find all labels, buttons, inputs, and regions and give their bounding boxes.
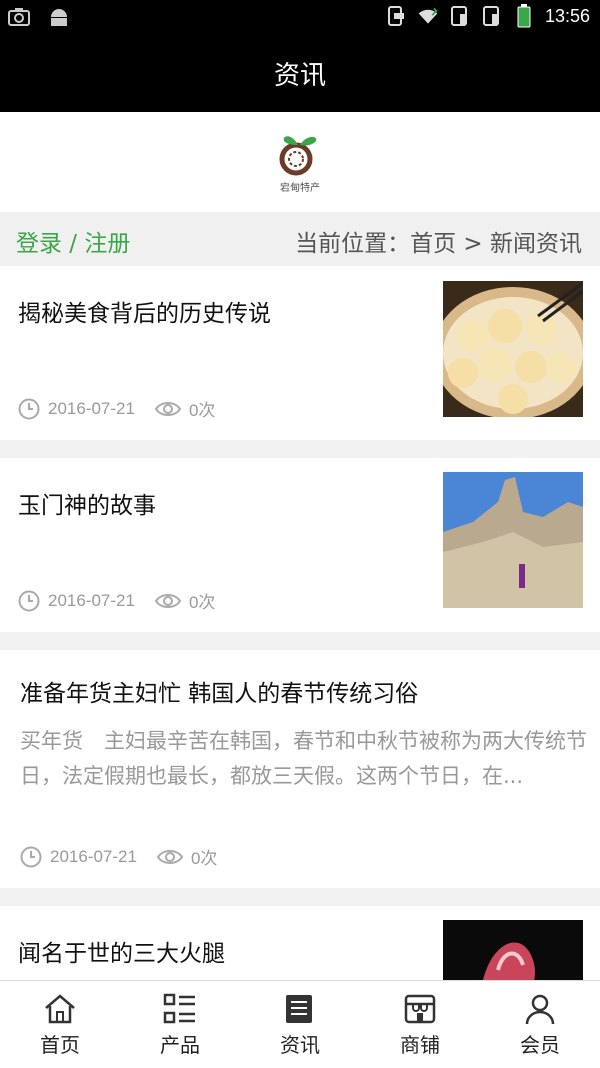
article-title[interactable]: 揭秘美食背后的历史传说 — [18, 294, 271, 328]
article-date: 2016-07-21 — [48, 590, 135, 610]
ham-photo[interactable] — [443, 920, 583, 980]
tab-label: 商铺 — [400, 1033, 440, 1057]
list-icon — [163, 993, 195, 1024]
phone-vibrate-icon — [385, 5, 407, 27]
tab-label: 会员 — [520, 1033, 560, 1057]
tab-label: 资讯 — [280, 1033, 320, 1057]
dumplings-photo[interactable] — [443, 281, 583, 417]
article-summary: 买年货 主妇最辛苦在韩国，春节和中秋节被称为两大传统节日，法定假期也最长，都放三… — [20, 729, 587, 788]
article-views: 0次 — [188, 593, 216, 612]
article-meta: 2016-07-21 0次 — [18, 588, 215, 613]
breadcrumb-bar: 登录 / 注册 当前位置：首页 > 新闻资讯 — [0, 212, 600, 266]
mountain-photo[interactable] — [443, 472, 583, 608]
tab-products[interactable]: 产品 — [120, 981, 240, 1068]
eye-icon — [154, 593, 181, 608]
clock-icon — [18, 590, 40, 611]
breadcrumb[interactable]: 当前位置：首页 > 新闻资讯 — [295, 224, 582, 258]
article-views: 0次 — [188, 401, 216, 420]
tab-member[interactable]: 会员 — [480, 981, 600, 1068]
shop-icon — [404, 994, 436, 1024]
article-meta: 2016-07-21 0次 — [20, 844, 217, 869]
page-title-bar: 资讯 — [0, 34, 600, 112]
tab-news[interactable]: 资讯 — [240, 981, 360, 1068]
article-card[interactable]: 闻名于世的三大火腿 — [0, 906, 600, 980]
status-bar: 13:56 — [0, 0, 600, 34]
article-meta: 2016-07-21 0次 — [18, 396, 215, 421]
eye-icon — [154, 401, 181, 416]
logo-area: 宕甸特产 — [0, 112, 600, 212]
article-views: 0次 — [190, 849, 218, 868]
tab-label: 首页 — [40, 1033, 80, 1057]
page-title: 资讯 — [273, 60, 326, 91]
login-register-link[interactable]: 登录 / 注册 — [16, 224, 130, 258]
logo-emblem-icon — [279, 135, 317, 175]
article-title[interactable]: 玉门神的故事 — [18, 486, 156, 520]
logo-text: 宕甸特产 — [280, 182, 320, 194]
sim2-icon — [481, 5, 503, 27]
eye-icon — [156, 849, 183, 864]
android-icon — [48, 6, 70, 28]
battery-icon — [513, 4, 535, 28]
bottom-tab-bar: 首页 产品 资讯 商铺 会员 — [0, 980, 600, 1068]
article-card[interactable]: 玉门神的故事 2016-07-21 0次 — [0, 458, 600, 632]
brand-logo[interactable]: 宕甸特产 — [272, 131, 328, 194]
screenshot-icon — [8, 6, 30, 28]
sim1-icon — [449, 5, 471, 27]
article-date: 2016-07-21 — [48, 398, 135, 418]
tab-label: 产品 — [160, 1033, 200, 1057]
article-card[interactable]: 准备年货主妇忙 韩国人的春节传统习俗 买年货 主妇最辛苦在韩国，春节和中秋节被称… — [0, 650, 600, 888]
clock: 13:56 — [544, 5, 590, 26]
tab-shops[interactable]: 商铺 — [360, 981, 480, 1068]
tab-home[interactable]: 首页 — [0, 981, 120, 1068]
article-title[interactable]: 准备年货主妇忙 韩国人的春节传统习俗 — [20, 674, 418, 708]
news-icon — [286, 995, 312, 1023]
article-date: 2016-07-21 — [50, 846, 137, 866]
article-title[interactable]: 闻名于世的三大火腿 — [18, 934, 225, 968]
wifi-icon — [417, 5, 439, 27]
clock-icon — [20, 846, 42, 867]
article-card[interactable]: 揭秘美食背后的历史传说 2016-07-21 0次 — [0, 266, 600, 440]
home-icon — [45, 994, 75, 1024]
user-icon — [525, 994, 555, 1025]
clock-icon — [18, 398, 40, 419]
